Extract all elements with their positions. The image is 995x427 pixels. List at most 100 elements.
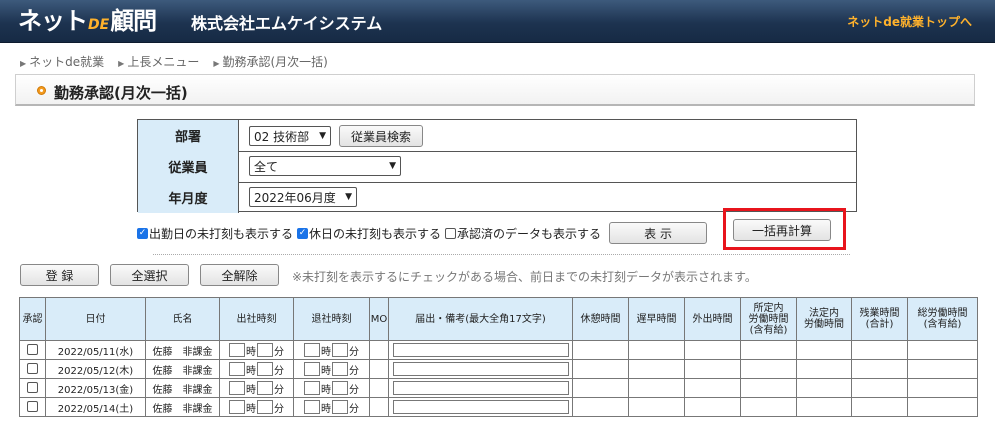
- app-logo[interactable]: ネット DE 顧問: [18, 4, 157, 36]
- row-late: [628, 359, 685, 379]
- col-scheduled: 所定内 労働時間 (含有給): [740, 297, 797, 341]
- form-row-employee: 従業員 全て ▼: [138, 151, 856, 183]
- period-select[interactable]: 2022年06月度 ▼: [249, 187, 357, 207]
- remarks-input[interactable]: [392, 381, 569, 395]
- top-header: ネット DE 顧問 株式会社エムケイシステム ネットde就業トップへ: [0, 0, 995, 43]
- divider: [153, 254, 850, 255]
- col-break: 休憩時間: [572, 297, 629, 341]
- page-title: 勤務承認(月次一括): [54, 84, 188, 102]
- select-all-button[interactable]: 全選択: [110, 264, 189, 286]
- checkbox-checked-icon[interactable]: ✓: [137, 227, 148, 239]
- table-row: 2022/05/12(木) 佐藤 非課金 時分 時分: [19, 359, 978, 379]
- clock-in-minute-input[interactable]: [257, 400, 273, 414]
- breadcrumb-item-home[interactable]: ▶ ネットde就業: [20, 53, 104, 70]
- approve-checkbox[interactable]: [27, 344, 38, 356]
- clock-out-minute-input[interactable]: [332, 400, 348, 414]
- col-legal: 法定内 労働時間: [796, 297, 852, 341]
- row-name: 佐藤 非課金: [145, 397, 220, 417]
- row-out: [684, 359, 741, 379]
- clock-out-hour-input[interactable]: [304, 362, 320, 376]
- clock-in-hour-input[interactable]: [229, 400, 245, 414]
- breadcrumb-item-current: ▶ 勤務承認(月次一括): [213, 55, 328, 69]
- approve-checkbox[interactable]: [27, 363, 38, 375]
- row-date: 2022/05/11(水): [45, 340, 146, 360]
- row-date: 2022/05/14(土): [45, 397, 146, 417]
- col-approve: 承認: [19, 297, 46, 341]
- row-late: [628, 397, 685, 417]
- row-break: [572, 359, 629, 379]
- employee-search-button[interactable]: 従業員検索: [339, 125, 423, 147]
- col-out: 外出時間: [684, 297, 741, 341]
- clock-in-minute-input[interactable]: [257, 362, 273, 376]
- row-scheduled: [740, 378, 797, 398]
- row-total: [907, 397, 978, 417]
- row-total: [907, 359, 978, 379]
- employee-label: 従業員: [138, 151, 239, 182]
- breadcrumb-item-manager-menu[interactable]: ▶ 上長メニュー: [118, 53, 199, 70]
- approve-checkbox[interactable]: [27, 382, 38, 394]
- register-button[interactable]: 登 録: [20, 264, 99, 286]
- form-row-department: 部署 02 技術部 ▼ 従業員検索: [138, 120, 856, 152]
- show-missing-workday-option[interactable]: ✓ 出勤日の未打刻も表示する: [137, 225, 293, 242]
- row-overtime: [851, 359, 908, 379]
- row-out: [684, 378, 741, 398]
- row-late: [628, 378, 685, 398]
- row-scheduled: [740, 359, 797, 379]
- row-name: 佐藤 非課金: [145, 359, 220, 379]
- missing-clock-note: ※未打刻を表示するにチェックがある場合、前日までの未打刻データが表示されます。: [292, 270, 757, 284]
- clock-in-hour-input[interactable]: [229, 362, 245, 376]
- remarks-input[interactable]: [392, 343, 569, 357]
- chevron-down-icon: ▼: [345, 192, 352, 202]
- clock-in-minute-input[interactable]: [257, 343, 273, 357]
- row-total: [907, 340, 978, 360]
- clock-in-minute-input[interactable]: [257, 381, 273, 395]
- clock-out-hour-input[interactable]: [304, 381, 320, 395]
- department-select[interactable]: 02 技術部 ▼: [249, 126, 331, 146]
- col-clock-out: 退社時刻: [293, 297, 370, 341]
- col-late: 遅早時間: [628, 297, 685, 341]
- attendance-table: 承認 日付 氏名 出社時刻 退社時刻 MO 届出・備考(最大全角17文字) 休憩…: [19, 297, 978, 417]
- col-date: 日付: [45, 297, 146, 341]
- row-scheduled: [740, 340, 797, 360]
- row-break: [572, 378, 629, 398]
- triangle-right-icon: ▶: [118, 59, 125, 68]
- row-break: [572, 340, 629, 360]
- col-name: 氏名: [145, 297, 220, 341]
- approve-checkbox[interactable]: [27, 401, 38, 413]
- show-missing-holiday-option[interactable]: ✓ 休日の未打刻も表示する: [297, 225, 441, 242]
- row-overtime: [851, 378, 908, 398]
- clock-out-hour-input[interactable]: [304, 343, 320, 357]
- remarks-input[interactable]: [392, 400, 569, 414]
- triangle-right-icon: ▶: [213, 59, 220, 68]
- clock-out-minute-input[interactable]: [332, 343, 348, 357]
- row-legal: [796, 397, 852, 417]
- remarks-input[interactable]: [392, 362, 569, 376]
- checkbox-checked-icon[interactable]: ✓: [297, 227, 309, 239]
- row-mo: [369, 340, 389, 360]
- top-page-link[interactable]: ネットde就業トップへ: [847, 13, 972, 30]
- clock-in-hour-input[interactable]: [229, 343, 245, 357]
- table-header-row: 承認 日付 氏名 出社時刻 退社時刻 MO 届出・備考(最大全角17文字) 休憩…: [19, 297, 978, 341]
- row-date: 2022/05/12(木): [45, 359, 146, 379]
- row-overtime: [851, 397, 908, 417]
- department-label: 部署: [138, 120, 239, 151]
- clock-in-hour-input[interactable]: [229, 381, 245, 395]
- chevron-down-icon: ▼: [319, 131, 326, 141]
- employee-select[interactable]: 全て ▼: [249, 156, 401, 176]
- highlight-annotation: [723, 208, 846, 250]
- clock-out-minute-input[interactable]: [332, 381, 348, 395]
- deselect-all-button[interactable]: 全解除: [200, 264, 279, 286]
- clock-out-minute-input[interactable]: [332, 362, 348, 376]
- row-name: 佐藤 非課金: [145, 340, 220, 360]
- period-label: 年月度: [138, 182, 239, 213]
- display-options: ✓ 出勤日の未打刻も表示する ✓ 休日の未打刻も表示する 承認済のデータも表示する …: [137, 222, 708, 244]
- page-title-bar: 勤務承認(月次一括): [15, 74, 975, 106]
- triangle-right-icon: ▶: [20, 59, 27, 68]
- clock-out-hour-input[interactable]: [304, 400, 320, 414]
- row-late: [628, 340, 685, 360]
- display-button[interactable]: 表 示: [609, 222, 708, 244]
- search-form: 部署 02 技術部 ▼ 従業員検索 従業員 全て ▼ 年月度 2022年06月度 ▼: [137, 119, 857, 213]
- row-out: [684, 340, 741, 360]
- checkbox-unchecked-icon[interactable]: [445, 227, 457, 239]
- show-approved-option[interactable]: 承認済のデータも表示する: [445, 225, 601, 242]
